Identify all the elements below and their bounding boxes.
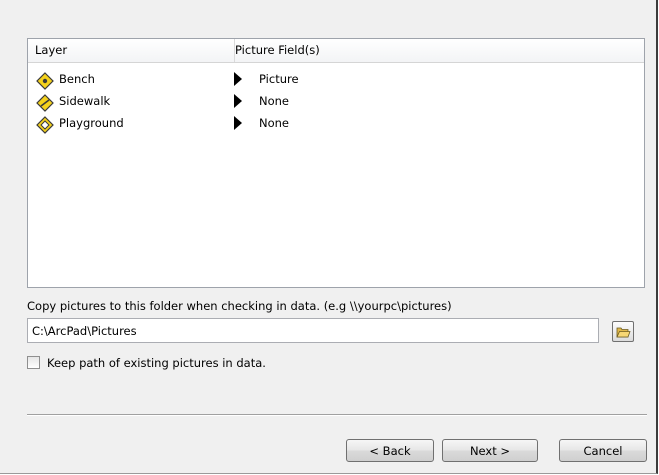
wizard-dialog: Layer Picture Field(s) Bench Picture Sid…: [0, 0, 658, 474]
folder-open-icon: [616, 327, 631, 338]
expand-arrow-icon[interactable]: [234, 72, 242, 86]
list-header: Layer Picture Field(s): [28, 39, 644, 63]
layer-picture-field-list[interactable]: Layer Picture Field(s) Bench Picture Sid…: [27, 38, 645, 288]
table-row[interactable]: Sidewalk None: [28, 92, 644, 114]
folder-path-input[interactable]: [27, 318, 599, 343]
table-row[interactable]: Bench Picture: [28, 70, 644, 92]
column-header-layer[interactable]: Layer: [28, 39, 235, 62]
table-row[interactable]: Playground None: [28, 114, 644, 136]
expand-arrow-icon[interactable]: [234, 94, 242, 108]
browse-folder-button[interactable]: [612, 321, 634, 342]
layer-name: Bench: [59, 72, 95, 86]
point-layer-icon: [36, 72, 54, 90]
layer-name: Sidewalk: [59, 94, 111, 108]
line-layer-icon: [36, 94, 54, 112]
picture-field-value[interactable]: None: [259, 114, 289, 132]
picture-field-value[interactable]: Picture: [259, 70, 299, 88]
separator: [27, 414, 647, 416]
keep-path-checkbox[interactable]: [27, 356, 40, 369]
folder-label: Copy pictures to this folder when checki…: [27, 299, 452, 313]
back-button[interactable]: < Back: [346, 439, 434, 462]
keep-path-label[interactable]: Keep path of existing pictures in data.: [47, 354, 266, 372]
polygon-layer-icon: [36, 116, 54, 134]
picture-field-value[interactable]: None: [259, 92, 289, 110]
expand-arrow-icon[interactable]: [234, 116, 242, 130]
next-button[interactable]: Next >: [442, 439, 538, 462]
column-header-picture-fields[interactable]: Picture Field(s): [228, 39, 652, 62]
layer-name: Playground: [59, 116, 124, 130]
cancel-button[interactable]: Cancel: [559, 439, 647, 462]
